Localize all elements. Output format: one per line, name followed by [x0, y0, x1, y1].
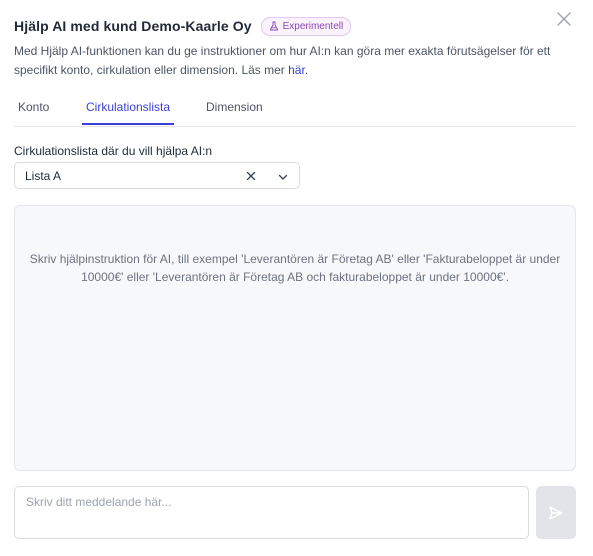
dialog-header: Hjälp AI med kund Demo-Kaarle Oy Experim… — [14, 12, 579, 36]
chat-history-area: Skriv hjälpinstruktion för AI, till exem… — [14, 205, 576, 471]
send-icon — [549, 505, 563, 520]
description-end: . — [304, 63, 309, 77]
chat-hint-text: Skriv hjälpinstruktion för AI, till exem… — [29, 252, 561, 284]
list-field-label: Cirkulationslista där du vill hjälpa AI:… — [14, 144, 213, 158]
description-text: Med Hjälp AI-funktionen kan du ge instru… — [14, 44, 551, 77]
select-value: Lista A — [25, 169, 62, 183]
message-input[interactable] — [14, 486, 529, 539]
tab-dimension[interactable]: Dimension — [206, 96, 263, 125]
experimental-badge: Experimentell — [260, 16, 352, 36]
chevron-down-icon[interactable] — [277, 171, 289, 183]
send-button[interactable] — [536, 486, 576, 539]
tab-konto[interactable]: Konto — [18, 96, 49, 125]
clear-icon[interactable] — [245, 170, 257, 182]
experimental-badge-label: Experimentell — [282, 20, 344, 32]
close-icon[interactable] — [555, 10, 573, 28]
read-more-link[interactable]: här — [288, 63, 305, 77]
circulation-list-select[interactable]: Lista A — [14, 162, 300, 189]
dialog-title: Hjälp AI med kund Demo-Kaarle Oy — [14, 18, 252, 34]
tab-cirkulationslista[interactable]: Cirkulationslista — [82, 96, 174, 125]
tab-bar: Konto Cirkulationslista Dimension — [14, 96, 576, 127]
flask-icon — [269, 21, 278, 31]
help-ai-dialog: Hjälp AI med kund Demo-Kaarle Oy Experim… — [0, 0, 593, 556]
dialog-description: Med Hjälp AI-funktionen kan du ge instru… — [14, 42, 574, 80]
